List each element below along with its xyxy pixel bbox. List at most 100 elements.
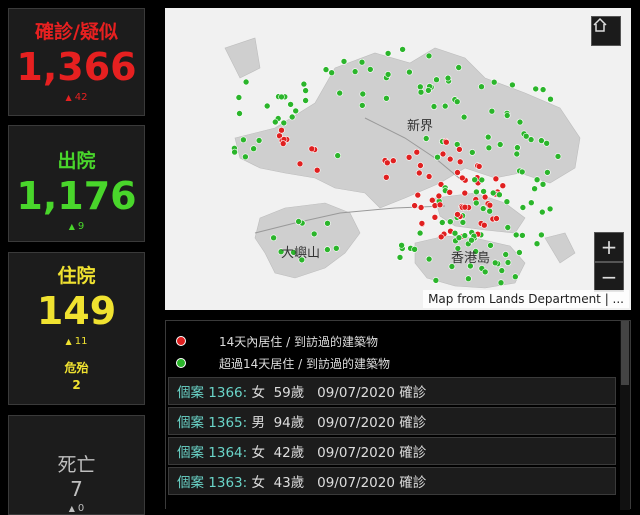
older-building-marker[interactable] <box>509 81 516 89</box>
recent-building-marker[interactable] <box>456 158 464 166</box>
recent-building-marker[interactable] <box>454 211 461 218</box>
older-building-marker[interactable] <box>465 275 472 283</box>
older-building-marker[interactable] <box>532 85 540 93</box>
recent-building-marker[interactable] <box>384 159 391 167</box>
recent-building-marker[interactable] <box>435 192 443 200</box>
older-building-marker[interactable] <box>496 141 504 148</box>
recent-building-marker[interactable] <box>446 155 454 163</box>
older-building-marker[interactable] <box>359 102 366 109</box>
recent-building-marker[interactable] <box>436 201 444 209</box>
older-building-marker[interactable] <box>459 219 467 226</box>
recent-building-marker[interactable] <box>417 162 424 169</box>
older-building-marker[interactable] <box>383 95 390 102</box>
older-building-marker[interactable] <box>516 249 523 256</box>
older-building-marker[interactable] <box>519 232 526 239</box>
recent-building-marker[interactable] <box>278 126 285 134</box>
older-building-marker[interactable] <box>242 153 249 161</box>
recent-building-marker[interactable] <box>446 189 454 196</box>
older-building-marker[interactable] <box>359 90 367 98</box>
older-building-marker[interactable] <box>438 219 446 226</box>
older-building-marker[interactable] <box>547 95 554 103</box>
older-building-marker[interactable] <box>302 97 309 104</box>
older-building-marker[interactable] <box>322 66 330 73</box>
older-building-marker[interactable] <box>235 94 243 101</box>
older-building-marker[interactable] <box>399 46 406 53</box>
older-building-marker[interactable] <box>497 279 505 287</box>
older-building-marker[interactable] <box>533 176 541 183</box>
older-building-marker[interactable] <box>300 80 308 88</box>
older-building-marker[interactable] <box>295 218 302 225</box>
older-building-marker[interactable] <box>516 118 524 126</box>
older-building-marker[interactable] <box>272 118 279 126</box>
older-building-marker[interactable] <box>417 83 424 91</box>
recent-building-marker[interactable] <box>481 193 489 201</box>
older-building-marker[interactable] <box>328 69 335 76</box>
older-building-marker[interactable] <box>367 66 374 73</box>
older-building-marker[interactable] <box>468 149 476 156</box>
older-building-marker[interactable] <box>324 246 331 253</box>
older-building-marker[interactable] <box>486 207 494 215</box>
older-building-marker[interactable] <box>518 168 526 176</box>
older-building-marker[interactable] <box>288 113 296 121</box>
older-building-marker[interactable] <box>280 119 288 127</box>
older-building-marker[interactable] <box>538 208 546 216</box>
older-building-marker[interactable] <box>533 240 541 247</box>
zoom-in-button[interactable]: + <box>594 232 624 262</box>
older-building-marker[interactable] <box>461 232 469 239</box>
recent-building-marker[interactable] <box>431 214 439 221</box>
older-building-marker[interactable] <box>503 112 511 119</box>
recent-building-marker[interactable] <box>486 201 494 209</box>
older-building-marker[interactable] <box>453 98 461 105</box>
older-building-marker[interactable] <box>504 259 512 266</box>
older-building-marker[interactable] <box>485 144 493 152</box>
older-building-marker[interactable] <box>543 140 551 147</box>
older-building-marker[interactable] <box>490 78 498 86</box>
recent-building-marker[interactable] <box>499 182 507 189</box>
zoom-out-button[interactable]: − <box>594 262 624 292</box>
older-building-marker[interactable] <box>471 176 479 183</box>
older-building-marker[interactable] <box>334 152 341 159</box>
recent-building-marker[interactable] <box>313 166 321 174</box>
recent-building-marker[interactable] <box>461 203 469 211</box>
recent-building-marker[interactable] <box>456 146 463 153</box>
older-building-marker[interactable] <box>527 199 535 206</box>
case-item[interactable]: 個案 1366: 女 59歲 09/07/2020 確診 <box>168 377 616 405</box>
older-building-marker[interactable] <box>432 277 440 284</box>
older-building-marker[interactable] <box>416 229 424 237</box>
older-building-marker[interactable] <box>255 137 263 144</box>
older-building-marker[interactable] <box>430 103 438 110</box>
older-building-marker[interactable] <box>270 234 277 242</box>
older-building-marker[interactable] <box>446 218 454 225</box>
recent-building-marker[interactable] <box>414 191 422 199</box>
recent-building-marker[interactable] <box>458 174 466 182</box>
older-building-marker[interactable] <box>231 148 238 156</box>
older-building-marker[interactable] <box>460 113 468 121</box>
case-item[interactable]: 個案 1365: 男 94歲 09/07/2020 確診 <box>168 407 616 435</box>
older-building-marker[interactable] <box>488 107 496 115</box>
case-item[interactable]: 個案 1363: 女 43歲 09/07/2020 確診 <box>168 467 616 495</box>
older-building-marker[interactable] <box>502 251 510 258</box>
older-building-marker[interactable] <box>358 58 366 66</box>
recent-building-marker[interactable] <box>411 202 418 209</box>
older-building-marker[interactable] <box>455 64 463 71</box>
recent-building-marker[interactable] <box>493 215 500 222</box>
recent-building-marker[interactable] <box>405 154 413 161</box>
recent-building-marker[interactable] <box>418 220 426 227</box>
older-building-marker[interactable] <box>398 242 405 249</box>
older-building-marker[interactable] <box>340 58 348 65</box>
older-building-marker[interactable] <box>351 68 359 75</box>
older-building-marker[interactable] <box>451 229 459 237</box>
older-building-marker[interactable] <box>433 76 440 83</box>
recent-building-marker[interactable] <box>417 204 425 211</box>
older-building-marker[interactable] <box>480 188 487 195</box>
older-building-marker[interactable] <box>546 205 554 213</box>
older-building-marker[interactable] <box>538 231 545 239</box>
older-building-marker[interactable] <box>473 188 480 196</box>
older-building-marker[interactable] <box>242 78 250 86</box>
older-building-marker[interactable] <box>484 133 492 141</box>
recent-building-marker[interactable] <box>492 175 500 183</box>
older-building-marker[interactable] <box>302 87 309 94</box>
older-building-marker[interactable] <box>444 74 452 82</box>
recent-building-marker[interactable] <box>416 169 423 177</box>
case-item[interactable]: 個案 1364: 女 42歲 09/07/2020 確診 <box>168 437 616 465</box>
